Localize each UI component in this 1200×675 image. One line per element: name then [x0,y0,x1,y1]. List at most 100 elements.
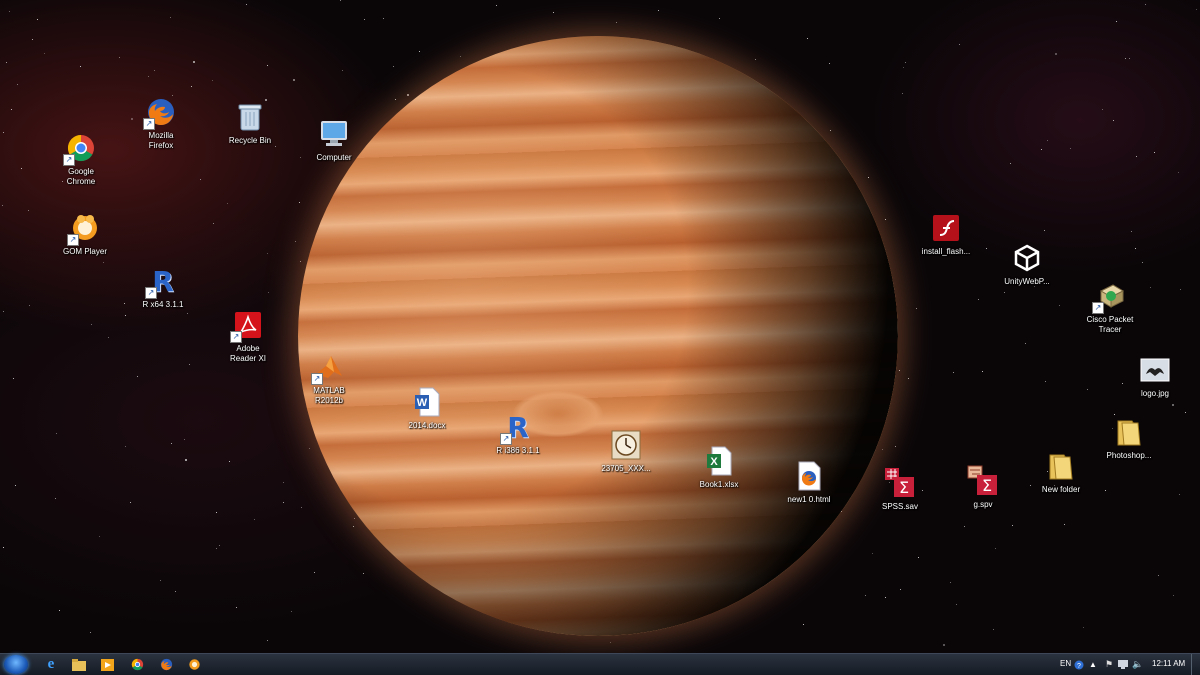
volume-muted-icon: 🔈 [1132,659,1144,669]
desktop-icon-label: Computer [316,153,352,162]
taskbar-windows-explorer[interactable] [68,656,90,673]
star [193,61,195,63]
star [6,62,7,63]
star [154,70,155,71]
shortcut-arrow-icon: ↗ [143,118,155,130]
star [895,446,896,447]
taskbar-internet-explorer[interactable]: e [40,656,62,673]
star [899,370,900,371]
desktop-icon-install-flash[interactable]: install_flash... [909,212,983,257]
star [200,179,201,180]
taskbar-media-player[interactable] [96,656,118,673]
star [943,644,945,646]
desktop-icon-chrome[interactable]: ↗ Google Chrome [44,132,118,187]
star [1064,524,1065,525]
star [1114,414,1115,415]
star [986,248,987,249]
star [959,44,960,45]
desktop-icon-new-folder[interactable]: New folder [1024,450,1098,495]
action-center-tray-icon[interactable]: ⚑ [1102,656,1116,673]
star [212,80,213,81]
star [1044,230,1045,231]
star [1178,172,1179,173]
star [267,640,268,641]
star [1150,287,1151,288]
star [267,65,268,66]
star [236,607,237,608]
desktop-icon-firefox[interactable]: ↗ Mozilla Firefox [124,96,198,151]
star [865,595,866,596]
network-tray-icon[interactable] [1116,656,1130,673]
show-hidden-icons-button[interactable]: ▲ [1086,656,1100,673]
star [59,610,60,611]
desktop-icon-label: SPSS.sav [881,502,918,511]
desktop-icon-r-x64[interactable]: R ↗ R x64 3.1.1 [126,265,200,310]
svg-text:Σ: Σ [982,476,992,495]
star [293,79,295,81]
taskbar-gom-player[interactable] [183,656,205,673]
desktop-icon-label: Photoshop... [1106,451,1152,460]
clock-file-icon [610,429,642,461]
star [37,19,38,20]
star [125,315,126,316]
star [882,449,883,450]
star [56,433,57,434]
star [32,39,33,40]
volume-tray-icon[interactable]: 🔈 [1130,656,1146,673]
desktop-icon-gom-player[interactable]: ↗ GOM Player [48,212,122,257]
help-tray-button[interactable]: ? [1072,656,1086,673]
desktop-icon-spss-sav[interactable]: Σ SPSS.sav [863,467,937,512]
star [885,597,886,598]
star [1041,149,1042,150]
star [187,313,188,314]
shortcut-arrow-icon: ↗ [145,287,157,299]
desktop-icon-cisco-packet-tracer[interactable]: ↗ Cisco Packet Tracer [1073,280,1147,335]
desktop-icon-photoshop-folder[interactable]: Photoshop... [1092,416,1166,461]
desktop-icon-label: 23705_XXX... [601,464,651,473]
star [17,84,18,85]
desktop-icon-logo-jpg[interactable]: logo.jpg [1118,354,1192,399]
desktop-icon-label: install_flash... [921,247,971,256]
star [803,624,804,625]
desktop-icon-r-i386[interactable]: R ↗ R i386 3.1.1 [481,411,555,456]
taskbar-firefox[interactable] [155,656,177,673]
chrome-icon: ↗ [63,132,97,166]
help-icon: ? [1074,660,1084,670]
star [496,5,497,6]
desktop-icon-computer[interactable]: Computer [297,118,371,163]
gom-player-icon: ↗ [67,212,101,246]
star [275,146,276,147]
clock-time[interactable]: 12:11 AM [1152,659,1185,668]
desktop-icon-book1-xlsx[interactable]: X Book1.xlsx [682,445,756,490]
windows-explorer-icon [72,658,86,671]
language-indicator[interactable]: EN [1060,659,1071,668]
start-button[interactable] [4,655,28,674]
taskbar-chrome[interactable] [126,656,148,673]
star [80,66,81,67]
desktop-icon-label: MATLAB R2012b [313,386,345,405]
desktop-icon-23705[interactable]: 23705_XXX... [589,429,663,474]
desktop-icon-adobe-reader[interactable]: ↗ Adobe Reader XI [211,309,285,364]
star [830,130,831,131]
star [1004,292,1005,293]
desktop-icon-g-spv[interactable]: Σ g.spv [946,465,1020,510]
desktop-icon-unityweb[interactable]: UnityWebP... [990,242,1064,287]
star [1136,156,1137,157]
desktop-icon-new1-html[interactable]: new1 0.html [772,460,846,505]
desktop-icon-recycle-bin[interactable]: Recycle Bin [213,101,287,146]
desktop-icon-label: new1 0.html [787,495,831,504]
star [1179,494,1180,495]
image-file-icon [1139,354,1171,386]
star [395,99,396,100]
star [956,604,957,605]
desktop-icon-matlab[interactable]: ↗ MATLAB R2012b [292,351,366,406]
show-desktop-button[interactable] [1191,654,1200,675]
star [953,372,954,373]
folder-icon [1113,416,1145,448]
star [171,443,172,444]
desktop-icon-2014-docx[interactable]: W 2014.docx [390,386,464,431]
star [1131,231,1132,232]
recycle-bin-icon [234,101,266,133]
star [124,303,125,304]
star [916,308,917,309]
